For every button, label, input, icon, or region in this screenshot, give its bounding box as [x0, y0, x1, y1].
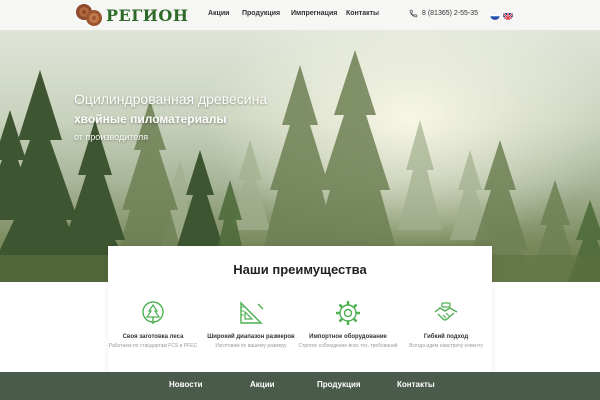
gear-icon — [336, 301, 360, 325]
flag-ru-icon[interactable] — [490, 10, 500, 20]
site-header: РЕГИОН Акции Продукция Импрегнация Конта… — [0, 0, 600, 30]
advantage-desc: Работаем по стандартам FCS и PFEC — [108, 343, 198, 349]
advantage-item: Гибкий подход Всегда идем навстречу клие… — [396, 300, 496, 349]
hero-heading-line1: Оцилиндрованная древесина — [74, 91, 268, 107]
footer-link-promotions[interactable]: Акции — [250, 380, 275, 389]
advantages-heading: Наши преимущества — [233, 262, 367, 277]
advantage-title: Гибкий подход — [423, 334, 469, 340]
phone-number: 8 (81365) 2-55-35 — [422, 10, 479, 17]
footer-link-contacts[interactable]: Контакты — [397, 380, 435, 389]
advantage-item: Импортное оборудование Строгое соблюдени… — [298, 300, 398, 349]
handshake-icon — [434, 302, 458, 321]
advantage-item: Широкий диапазон размеров Изготовим по в… — [201, 300, 301, 349]
advantage-title: Импортное оборудование — [309, 334, 387, 340]
flag-en-icon[interactable] — [503, 10, 513, 20]
triangle-ruler-icon — [240, 301, 264, 324]
hero-heading-line2: хвойные пиломатериалы — [74, 112, 227, 126]
nav-link-promotions[interactable]: Акции — [208, 10, 229, 17]
hero-banner: Оцилиндрованная древесина хвойные пилома… — [0, 30, 600, 282]
advantage-desc: Изготовим по вашему размеру — [215, 343, 287, 349]
footer-nav: Новости Акции Продукция Контакты — [0, 372, 600, 400]
forest-background — [0, 50, 600, 282]
tree-icon — [142, 301, 164, 324]
advantage-title: Широкий диапазон размеров — [207, 334, 295, 340]
footer-link-products[interactable]: Продукция — [317, 380, 361, 389]
nav-link-products[interactable]: Продукция — [242, 10, 280, 17]
nav-link-contacts[interactable]: Контакты — [346, 10, 379, 17]
nav-link-impregnation[interactable]: Импрегнация — [291, 10, 337, 17]
advantage-desc: Всегда идем навстречу клиенту — [409, 343, 483, 349]
advantage-title: Своя заготовка леса — [122, 334, 184, 340]
advantages-section: Наши преимущества Своя заготовка леса Ра… — [108, 246, 492, 376]
advantage-item: Своя заготовка леса Работаем по стандарт… — [103, 300, 203, 349]
footer-link-news[interactable]: Новости — [169, 380, 203, 389]
header-phone[interactable]: 8 (81365) 2-55-35 — [409, 9, 478, 18]
phone-icon — [409, 9, 418, 18]
hero-subheading: от производителя — [74, 132, 149, 142]
advantage-desc: Строгое соблюдение всех тех. требований — [298, 343, 398, 349]
